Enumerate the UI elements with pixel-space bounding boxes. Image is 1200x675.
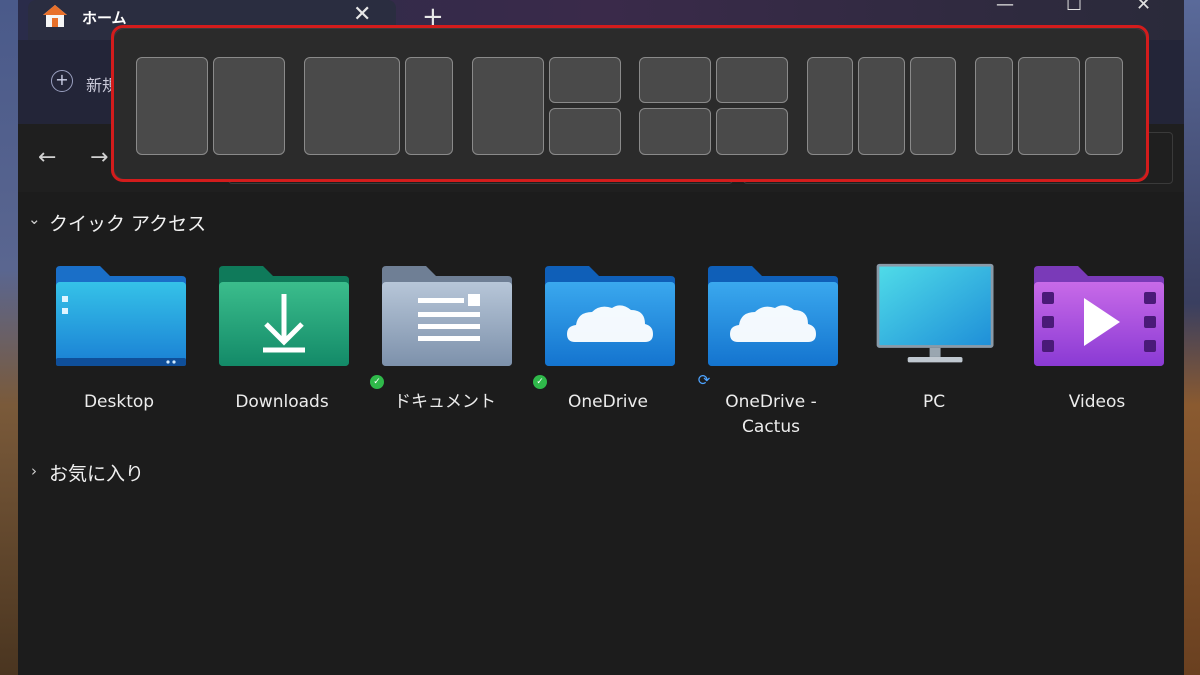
- folder-label-line1: OneDrive -: [725, 392, 817, 412]
- minimize-button[interactable]: —: [996, 0, 1014, 15]
- folder-label: OneDrive - Cactus: [696, 390, 846, 440]
- folder-label: Desktop: [83, 392, 155, 412]
- wallpaper-left: [0, 0, 18, 675]
- downloads-folder-icon: [219, 266, 349, 366]
- sync-icon: ⟳: [697, 371, 711, 389]
- wallpaper-right: [1182, 0, 1200, 675]
- folder-label-line2: Cactus: [742, 417, 800, 437]
- chevron-down-icon[interactable]: ⌄: [28, 210, 41, 228]
- onedrive-folder-icon: [708, 266, 838, 366]
- desktop-folder-icon: [56, 266, 186, 366]
- home-icon: [43, 5, 67, 27]
- favorites-header[interactable]: お気に入り: [49, 459, 144, 486]
- maximize-button[interactable]: ☐: [1066, 0, 1082, 15]
- monitor-icon: [876, 263, 994, 363]
- folder-label: Videos: [1068, 392, 1126, 412]
- close-button[interactable]: ✕: [1136, 0, 1151, 15]
- documents-folder-icon: [382, 266, 512, 366]
- plus-circle-icon[interactable]: +: [51, 70, 73, 92]
- folder-label: PC: [922, 392, 946, 412]
- chevron-right-icon[interactable]: ›: [31, 462, 37, 480]
- folder-label: OneDrive: [568, 392, 648, 412]
- folder-label: ドキュメント: [394, 392, 496, 412]
- back-button[interactable]: ←: [38, 145, 56, 170]
- quick-access-header[interactable]: クイック アクセス: [49, 209, 206, 236]
- onedrive-folder-icon: [545, 266, 675, 366]
- forward-button[interactable]: →: [90, 145, 108, 170]
- synced-status-icon: ✓: [370, 375, 384, 389]
- synced-status-icon: ✓: [533, 375, 547, 389]
- highlight-outline: [111, 25, 1149, 182]
- folder-label: Downloads: [235, 392, 329, 412]
- videos-folder-icon: [1034, 266, 1164, 366]
